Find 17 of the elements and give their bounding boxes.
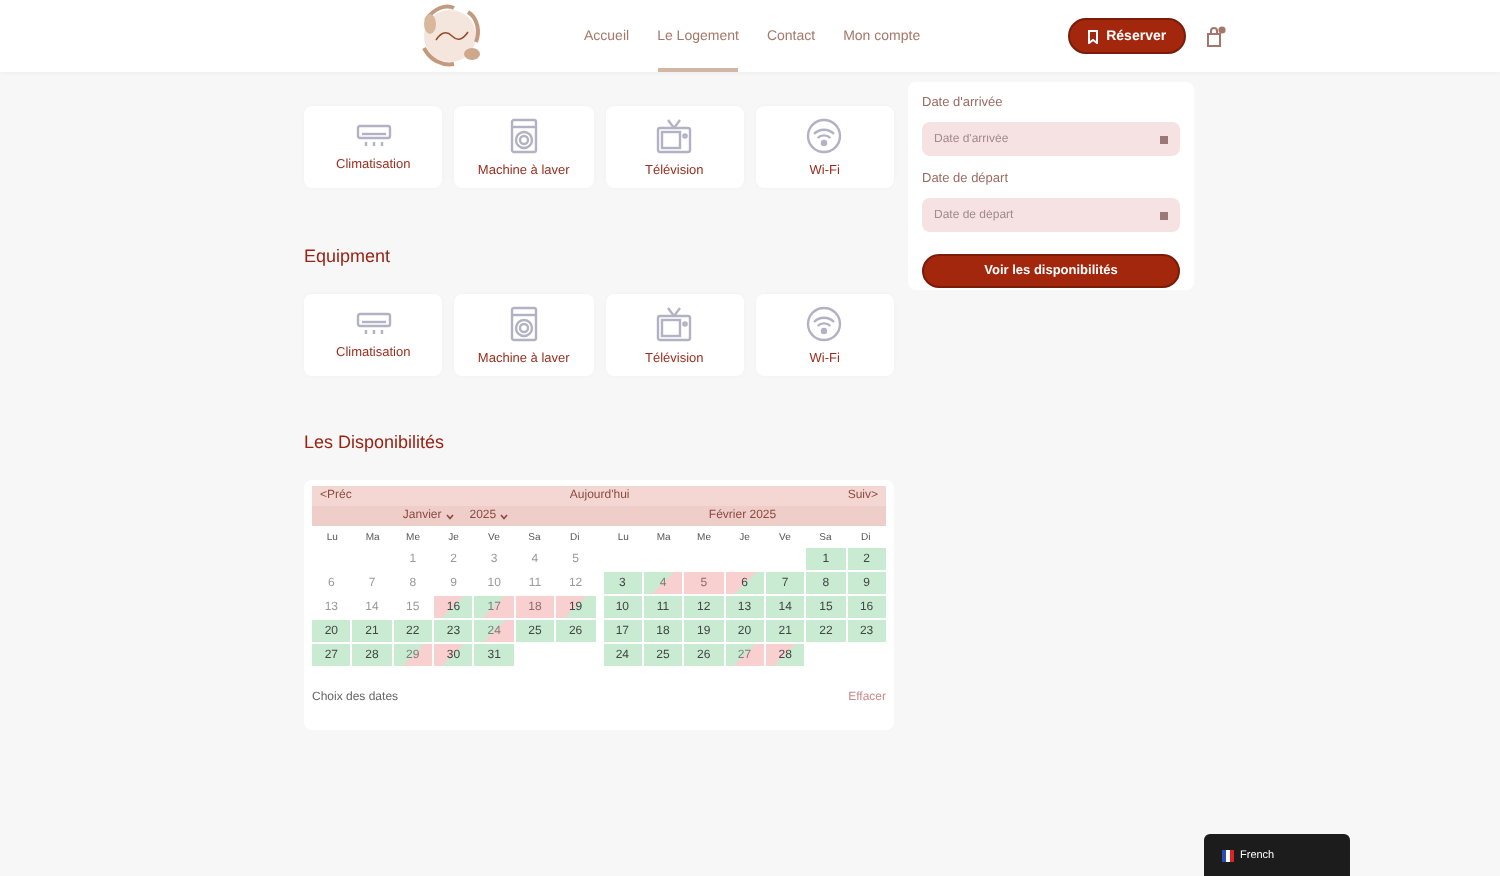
television-icon — [656, 305, 693, 341]
wifi-icon — [806, 117, 843, 153]
washing-machine-icon — [509, 305, 538, 341]
air-conditioner-icon — [355, 311, 392, 335]
shopping-bag-icon[interactable] — [1206, 25, 1227, 47]
section-title: Equipment — [304, 246, 393, 266]
section-title: Les Disponibilités — [304, 432, 447, 452]
bookmark-icon — [1088, 29, 1099, 43]
calendar-icon — [1160, 211, 1168, 219]
air-conditioner-icon — [355, 123, 392, 147]
caret-icon — [445, 513, 454, 519]
caret-icon — [500, 513, 509, 519]
calendar-icon — [1160, 135, 1168, 143]
wifi-icon — [806, 305, 843, 341]
flag-icon — [1222, 849, 1234, 861]
washing-machine-icon — [509, 117, 538, 153]
television-icon — [656, 117, 693, 153]
